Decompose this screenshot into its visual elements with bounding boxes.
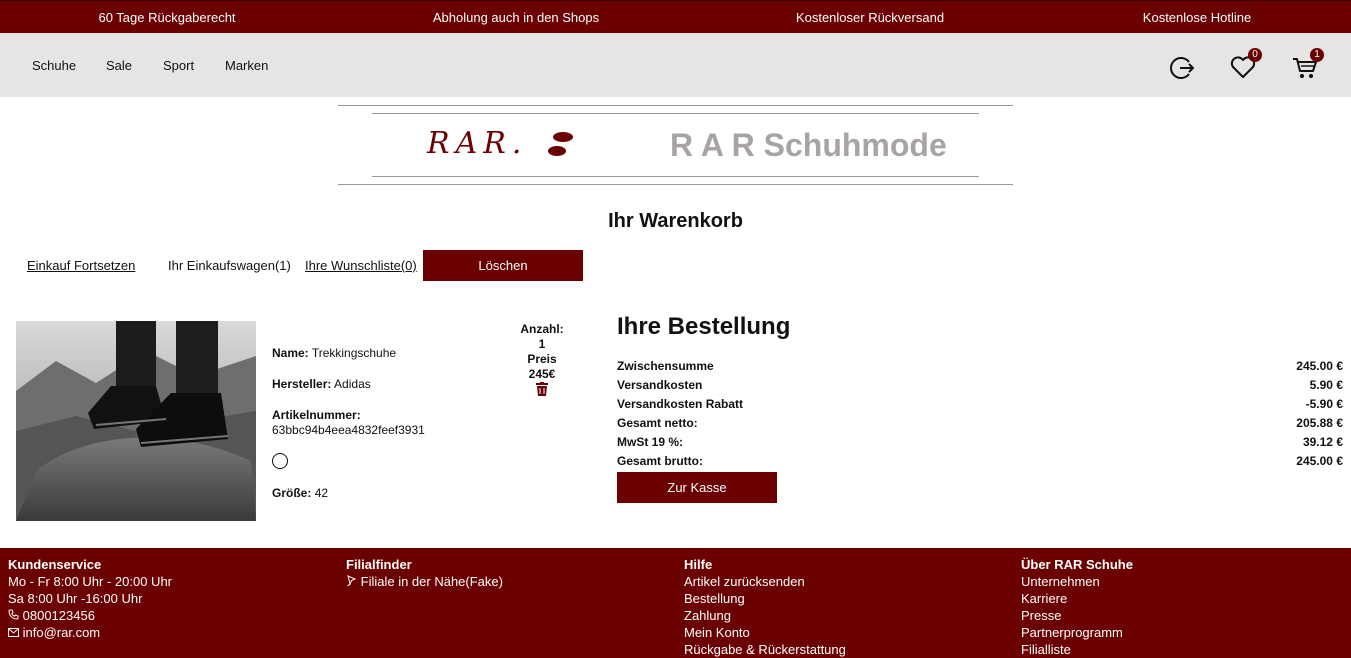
cart-count-badge: 1 (1310, 48, 1324, 62)
quantity-value: 1 (538, 337, 546, 351)
logo-divider (338, 184, 1013, 185)
summary-label: Gesamt brutto: (617, 454, 704, 468)
product-name-value: Trekkingschuhe (311, 346, 397, 360)
brand-logo-mark: RAR. (427, 126, 528, 161)
help-link-payment[interactable]: Zahlung (684, 607, 846, 624)
footer-heading: Filialfinder (346, 557, 412, 572)
footer-heading: Kundenservice (8, 557, 102, 572)
service-phone[interactable]: 0800123456 (8, 607, 172, 624)
main-navigation: Schuhe Sale Sport Marken 0 1 (0, 33, 1351, 97)
summary-label: Zwischensumme (617, 359, 714, 373)
delete-button[interactable]: Löschen (423, 250, 583, 281)
wishlist-heart-icon[interactable]: 0 (1229, 48, 1262, 83)
help-link-account[interactable]: Mein Konto (684, 624, 846, 641)
summary-value: 39.12 € (1302, 435, 1343, 449)
email-address: info@rar.com (22, 625, 101, 640)
help-link-return[interactable]: Artikel zurücksenden (684, 573, 846, 590)
phone-number: 0800123456 (22, 608, 95, 623)
product-size-value: 42 (314, 486, 329, 500)
summary-label: Versandkosten Rabatt (617, 397, 744, 411)
product-select-radio[interactable] (272, 453, 288, 469)
checkout-button[interactable]: Zur Kasse (617, 472, 777, 503)
price-label: Preis (527, 352, 557, 366)
product-article-label: Artikelnummer: (272, 408, 361, 422)
service-email[interactable]: info@rar.com (8, 624, 172, 641)
service-hours-saturday: Sa 8:00 Uhr -16:00 Uhr (8, 591, 143, 606)
phone-icon (8, 608, 23, 623)
product-maker-label: Hersteller: (272, 377, 332, 391)
service-hours-weekday: Mo - Fr 8:00 Uhr - 20:00 Uhr (8, 574, 172, 589)
location-pin-icon (346, 574, 361, 589)
logo-divider (372, 176, 979, 177)
nav-item-sport[interactable]: Sport (163, 58, 194, 73)
summary-label: Versandkosten (617, 378, 703, 392)
announcement-return: 60 Tage Rückgaberecht (98, 10, 236, 25)
shoe-print-icon (545, 130, 575, 158)
footer-about: Über RAR Schuhe Unternehmen Karriere Pre… (1021, 556, 1133, 658)
footer-customer-service: Kundenservice Mo - Fr 8:00 Uhr - 20:00 U… (8, 556, 172, 641)
price-value: 245€ (528, 367, 556, 381)
product-maker: Hersteller: Adidas (272, 377, 371, 391)
footer-help: Hilfe Artikel zurücksenden Bestellung Za… (684, 556, 846, 658)
product-name: Name: Trekkingschuhe (272, 346, 396, 360)
summary-value: 245.00 € (1296, 454, 1343, 468)
wishlist-link[interactable]: Ihre Wunschliste(0) (305, 258, 417, 273)
summary-value: 205.88 € (1296, 416, 1343, 430)
summary-label: Gesamt netto: (617, 416, 698, 430)
nav-item-sale[interactable]: Sale (106, 58, 132, 73)
about-link-press[interactable]: Presse (1021, 607, 1133, 624)
logo-divider (372, 113, 979, 114)
footer-heading: Hilfe (684, 557, 713, 572)
product-name-label: Name: (272, 346, 309, 360)
cart-icon[interactable]: 1 (1291, 48, 1324, 83)
product-image (16, 321, 256, 521)
summary-label: MwSt 19 %: (617, 435, 684, 449)
footer: Kundenservice Mo - Fr 8:00 Uhr - 20:00 U… (0, 548, 1351, 658)
logo-divider (338, 105, 1013, 106)
footer-store-finder: Filialfinder Filiale in der Nähe(Fake) (346, 556, 503, 590)
announcement-hotline: Kostenlose Hotline (1142, 10, 1252, 25)
order-summary-title: Ihre Bestellung (617, 313, 791, 340)
about-link-company[interactable]: Unternehmen (1021, 573, 1133, 590)
summary-value: -5.90 € (1305, 397, 1343, 411)
cart-label: Ihr Einkaufswagen(1) (168, 258, 291, 273)
announcement-free-return: Kostenloser Rückversand (795, 10, 945, 25)
product-size: Größe: 42 (272, 486, 328, 500)
help-link-refund[interactable]: Rückgabe & Rückerstattung (684, 641, 846, 658)
continue-shopping-link[interactable]: Einkauf Fortsetzen (27, 258, 135, 273)
about-link-partner[interactable]: Partnerprogramm (1021, 624, 1133, 641)
brand-logo-text: R A R Schuhmode (670, 127, 947, 163)
wishlist-count-badge: 0 (1248, 48, 1262, 62)
product-size-label: Größe: (272, 486, 312, 500)
mail-icon (8, 625, 23, 640)
quantity-label: Anzahl: (520, 322, 564, 336)
nav-item-schuhe[interactable]: Schuhe (32, 58, 76, 73)
article-number-label: Artikelnummer: (272, 408, 361, 422)
summary-value: 245.00 € (1296, 359, 1343, 373)
article-number-value: 63bbc94b4eea4832feef3931 (272, 423, 425, 437)
help-link-order[interactable]: Bestellung (684, 590, 846, 607)
announcement-pickup: Abholung auch in den Shops (432, 10, 600, 25)
about-link-careers[interactable]: Karriere (1021, 590, 1133, 607)
logout-icon[interactable] (1168, 53, 1198, 83)
announcement-bar: 60 Tage Rückgaberecht Abholung auch in d… (0, 0, 1351, 33)
footer-heading: Über RAR Schuhe (1021, 557, 1133, 572)
store-finder-label: Filiale in der Nähe(Fake) (360, 574, 503, 589)
store-finder-link[interactable]: Filiale in der Nähe(Fake) (346, 573, 503, 590)
trash-icon[interactable] (536, 382, 548, 396)
nav-item-marken[interactable]: Marken (225, 58, 268, 73)
product-maker-value: Adidas (334, 377, 371, 391)
about-link-stores[interactable]: Filialliste (1021, 641, 1133, 658)
page-title: Ihr Warenkorb (608, 210, 743, 232)
summary-value: 5.90 € (1309, 378, 1343, 392)
